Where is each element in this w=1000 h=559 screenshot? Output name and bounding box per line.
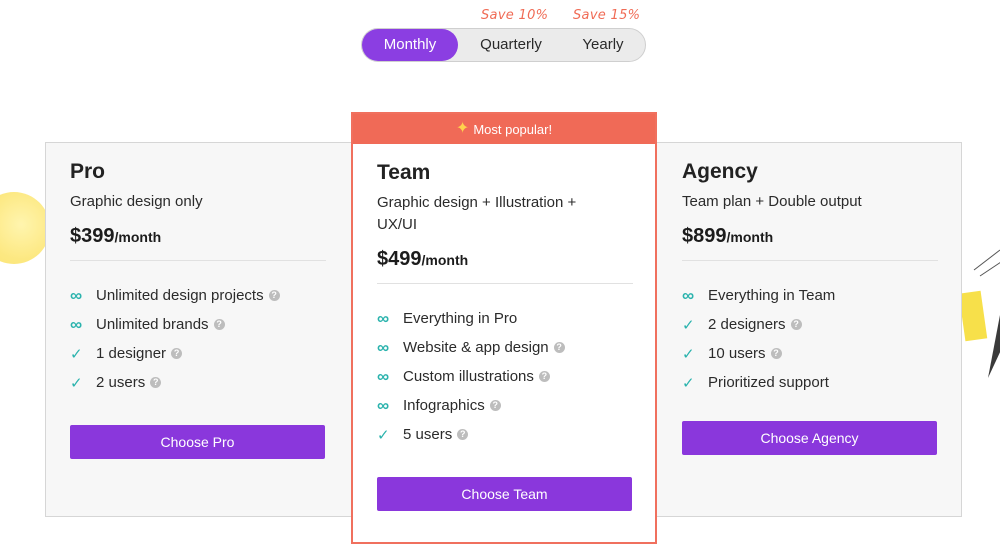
help-icon[interactable]: ? (489, 400, 501, 411)
feature-list: ∞ Unlimited design projects? ∞ Unlimited b… (70, 281, 326, 397)
feature-text: 5 users (403, 426, 453, 443)
feature-item: ∞ Everything in Team (682, 281, 938, 310)
most-popular-label: Most popular! (473, 121, 553, 137)
feature-text: Unlimited brands (96, 316, 209, 333)
infinity-icon: ∞ (377, 366, 390, 386)
sparkle-icon: ✦ (455, 120, 470, 137)
feature-text: Website & app design (403, 339, 549, 356)
feature-item: ✓ 2 designers? (682, 310, 938, 339)
feature-text: Everything in Team (708, 287, 836, 304)
plan-card-agency: Agency Team plan + Double output $899/mo… (682, 160, 938, 397)
feature-item: ∞ Infographics? (377, 391, 633, 420)
price-period: /month (421, 252, 469, 268)
price-period: /month (114, 229, 162, 245)
feature-text: Unlimited design projects (96, 287, 264, 304)
divider (70, 260, 326, 261)
feature-item: ✓ 10 users? (682, 339, 938, 368)
feature-text: Infographics (403, 397, 485, 414)
help-icon[interactable]: ? (790, 319, 802, 330)
toggle-quarterly[interactable]: Quarterly (462, 29, 560, 61)
feature-list: ∞ Everything in Team ✓ 2 designers? ✓ 10 us… (682, 281, 938, 397)
plan-name: Team (377, 161, 431, 184)
decorative-yellow-blob (0, 192, 50, 264)
price-period: /month (726, 229, 774, 245)
plan-description: Team plan + Double output (682, 193, 862, 210)
infinity-icon: ∞ (682, 285, 695, 305)
help-icon[interactable]: ? (213, 319, 225, 330)
save-note-yearly: Save 15% (573, 8, 641, 23)
check-icon: ✓ (377, 426, 390, 444)
help-icon[interactable]: ? (268, 290, 280, 301)
help-icon[interactable]: ? (770, 348, 782, 359)
divider (377, 283, 633, 284)
toggle-yearly[interactable]: Yearly (560, 29, 646, 61)
infinity-icon: ∞ (377, 337, 390, 357)
plan-card-pro: Pro Graphic design only $399/month ∞ Unli… (70, 160, 326, 397)
decorative-pencil-icon (973, 249, 1000, 378)
help-icon[interactable]: ? (553, 342, 565, 353)
check-icon: ✓ (70, 374, 83, 392)
infinity-icon: ∞ (70, 285, 83, 305)
feature-item: ✓ 2 users? (70, 368, 326, 397)
feature-text: 1 designer (96, 345, 167, 362)
feature-item: ✓ 1 designer? (70, 339, 326, 368)
feature-item: ∞ Website & app design? (377, 333, 633, 362)
feature-item: ∞ Unlimited brands? (70, 310, 326, 339)
check-icon: ✓ (70, 345, 83, 363)
feature-text: Custom illustrations (403, 368, 534, 385)
plan-price: $499/month (377, 248, 633, 271)
plan-description: Graphic design + Illustration + UX/UI (377, 194, 577, 233)
most-popular-badge: ✦ Most popular! (353, 114, 655, 144)
infinity-icon: ∞ (377, 395, 390, 415)
check-icon: ✓ (682, 316, 695, 334)
check-icon: ✓ (682, 374, 695, 392)
help-icon[interactable]: ? (457, 429, 469, 440)
feature-item: ∞ Unlimited design projects? (70, 281, 326, 310)
feature-text: Everything in Pro (403, 310, 518, 327)
feature-item: ∞ Everything in Pro (377, 304, 633, 333)
help-icon[interactable]: ? (150, 377, 162, 388)
feature-text: 10 users (708, 345, 766, 362)
plan-price: $899/month (682, 225, 938, 248)
check-icon: ✓ (682, 345, 695, 363)
toggle-monthly[interactable]: Monthly (362, 29, 458, 61)
feature-item: ✓ Prioritized support (682, 368, 938, 397)
feature-item: ✓ 5 users? (377, 420, 633, 449)
plan-name: Agency (682, 160, 758, 183)
price-amount: $899 (682, 225, 727, 247)
help-icon[interactable]: ? (538, 371, 550, 382)
choose-pro-button[interactable]: Choose Pro (70, 425, 325, 459)
feature-item: ∞ Custom illustrations? (377, 362, 633, 391)
infinity-icon: ∞ (377, 308, 390, 328)
save-note-quarterly: Save 10% (481, 8, 549, 23)
choose-team-button[interactable]: Choose Team (377, 477, 632, 511)
plan-card-team: Team Graphic design + Illustration + UX/… (377, 161, 633, 449)
divider (682, 260, 938, 261)
help-icon[interactable]: ? (171, 348, 183, 359)
choose-agency-button[interactable]: Choose Agency (682, 421, 937, 455)
billing-period-toggle: Monthly Quarterly Yearly (361, 28, 646, 62)
feature-list: ∞ Everything in Pro ∞ Website & app design… (377, 304, 633, 449)
feature-text: Prioritized support (708, 374, 829, 391)
feature-text: 2 designers (708, 316, 786, 333)
price-amount: $499 (377, 248, 422, 270)
feature-text: 2 users (96, 374, 146, 391)
price-amount: $399 (70, 225, 115, 247)
plan-price: $399/month (70, 225, 326, 248)
plan-name: Pro (70, 160, 106, 183)
plan-description: Graphic design only (70, 193, 203, 210)
infinity-icon: ∞ (70, 314, 83, 334)
